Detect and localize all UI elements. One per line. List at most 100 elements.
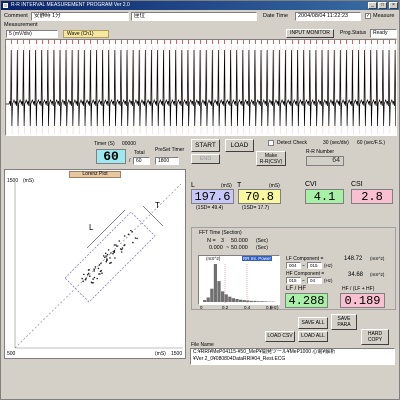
- lfhf-value: 4.288: [285, 293, 328, 308]
- minimize-button[interactable]: _: [368, 2, 377, 9]
- comment-field[interactable]: 安静時 1分: [31, 12, 129, 21]
- speed-label-2: 60 (sec/F.S.): [357, 140, 386, 146]
- lf-range-hi[interactable]: 015: [307, 262, 322, 269]
- lorenz-point: [89, 275, 91, 277]
- hf-unit: (mS^2): [370, 272, 385, 277]
- beat-marker: [151, 40, 153, 44]
- fft-bar: [249, 300, 254, 302]
- beat-marker: [59, 40, 61, 44]
- hard-copy-button[interactable]: HARD COPY: [361, 329, 389, 345]
- comment-label: Comment: [4, 13, 28, 19]
- fft-bar: [210, 288, 214, 302]
- lorenz-point: [116, 245, 118, 247]
- beat-marker: [242, 40, 244, 44]
- lorenz-point: [96, 277, 98, 280]
- beat-marker: [139, 40, 141, 44]
- lorenz-point: [121, 247, 124, 249]
- l-metric-value: 197.6: [191, 189, 234, 204]
- save-para-button[interactable]: SAVE PARA: [331, 314, 357, 330]
- fft-t-unit-2: (Sec): [256, 245, 268, 251]
- lf-range-lo[interactable]: 004: [286, 262, 301, 269]
- app-window: R-R INTERVAL MEASUREMENT PROGRAM Ver 2.0…: [0, 0, 400, 400]
- lorenz-point: [92, 278, 94, 280]
- lorenz-point: [93, 276, 96, 279]
- beat-marker: [285, 40, 287, 44]
- save-all-button[interactable]: SAVE ALL: [298, 317, 328, 329]
- close-button[interactable]: ×: [389, 2, 398, 9]
- beat-marker: [358, 40, 360, 44]
- start-button[interactable]: START: [191, 139, 220, 152]
- total-label: Total: [134, 150, 145, 156]
- hf-range-hi[interactable]: 04: [307, 277, 322, 284]
- lorenz-point: [118, 240, 121, 242]
- rr-number-label: R-R Number: [306, 149, 335, 155]
- lorenz-point: [102, 255, 105, 257]
- load-button[interactable]: LOAD: [225, 139, 254, 152]
- fft-bar: [217, 281, 221, 302]
- beat-markers: [6, 40, 397, 45]
- hf-norm-label: HF / (LF + HF): [342, 286, 375, 292]
- hf-value: 34.68: [348, 272, 364, 278]
- beat-marker: [102, 40, 104, 44]
- beat-marker: [23, 40, 25, 44]
- beat-marker: [200, 40, 202, 44]
- lorenz-ellipse-box: [64, 211, 156, 303]
- measure-checkbox[interactable]: ✓: [365, 13, 371, 19]
- lorenz-point: [99, 270, 102, 273]
- input-monitor-button[interactable]: INPUT MONITOR: [286, 29, 334, 38]
- lorenz-point: [113, 244, 116, 246]
- beat-marker: [108, 40, 110, 44]
- beat-marker: [389, 40, 390, 44]
- lf-unit: (mS^2): [370, 256, 385, 261]
- l-axis-label: L: [89, 223, 94, 232]
- lorenz-point: [81, 277, 83, 280]
- fft-bar: [203, 300, 207, 302]
- beat-marker: [273, 40, 275, 44]
- load-all-button[interactable]: LOAD ALL: [298, 331, 328, 342]
- fft-plot-frame: [198, 255, 280, 305]
- make-rr-csv-button[interactable]: Make R-R(CSV): [256, 151, 286, 166]
- lorenz-point: [106, 258, 108, 260]
- beat-marker: [114, 40, 116, 44]
- preset-timer-field[interactable]: 1800: [155, 157, 179, 165]
- lorenz-point: [98, 264, 101, 266]
- beat-marker: [321, 40, 323, 44]
- beat-marker: [340, 40, 342, 44]
- make-label-2: R-R(CSV): [259, 159, 283, 165]
- beat-marker: [279, 40, 281, 44]
- beat-marker: [382, 40, 384, 44]
- beat-marker: [230, 40, 232, 44]
- fft-bar: [246, 300, 250, 302]
- beat-marker: [163, 40, 165, 44]
- fft-bar: [224, 294, 228, 302]
- fft-bar: [235, 298, 239, 302]
- load-csv-button[interactable]: LOAD CSV: [265, 331, 295, 342]
- lorenz-point: [109, 257, 111, 259]
- scale-field[interactable]: 5 (mV/div): [6, 30, 58, 38]
- lorenz-points: [81, 229, 138, 284]
- save-para-label-2: PARA: [337, 322, 351, 328]
- t-axis-line: [142, 205, 164, 227]
- lfhf-label: LF / HF: [286, 286, 307, 292]
- beat-marker: [47, 40, 49, 44]
- fft-x-ticks: 0 0.2 0.4 0.6: [198, 305, 280, 311]
- lorenz-point: [107, 249, 110, 251]
- lf-range-sep: ~: [302, 263, 305, 268]
- fft-spectrum: [203, 264, 275, 304]
- fft-bar: [228, 296, 232, 302]
- beat-marker: [261, 40, 263, 44]
- beat-marker: [35, 40, 37, 44]
- comment-field-2[interactable]: 座位: [131, 12, 257, 21]
- fft-bar: [239, 299, 243, 302]
- detect-check-checkbox[interactable]: [268, 140, 274, 146]
- beat-marker: [224, 40, 226, 44]
- beat-marker: [370, 40, 372, 44]
- rr-number-value: 64: [306, 156, 344, 166]
- end-button[interactable]: END: [191, 154, 220, 164]
- maximize-button[interactable]: □: [378, 2, 387, 9]
- fft-x-tick: 0.4: [244, 305, 251, 310]
- measurement-label: Measurement: [4, 22, 38, 28]
- beat-marker: [53, 40, 55, 44]
- hf-range-lo[interactable]: 015: [286, 277, 301, 284]
- lorenz-point: [106, 253, 109, 256]
